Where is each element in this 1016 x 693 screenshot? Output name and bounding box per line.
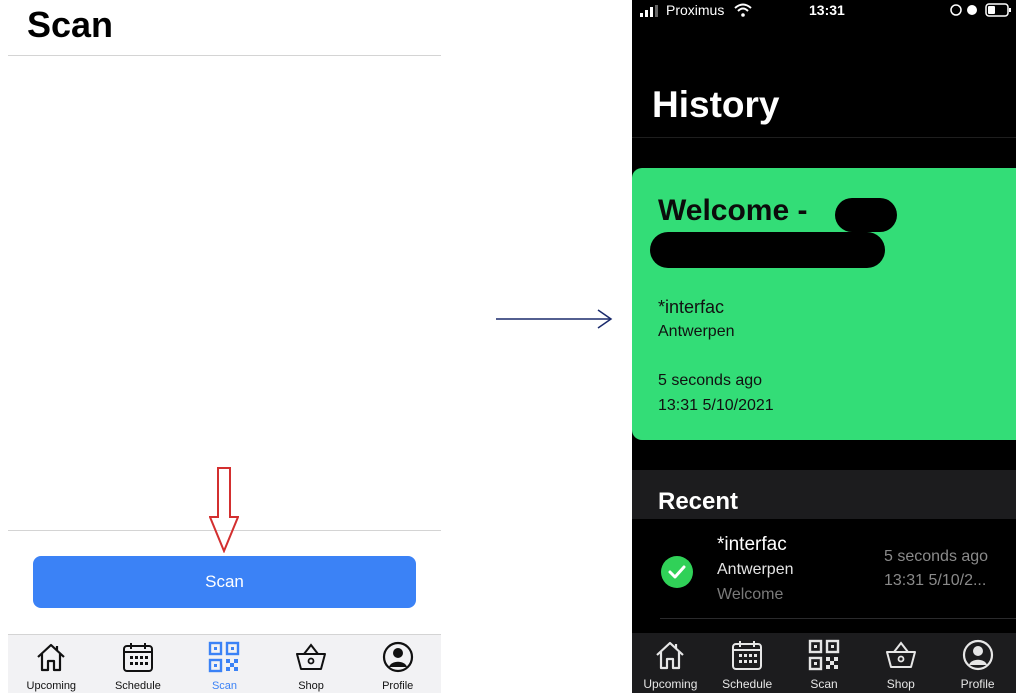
- tab-profile[interactable]: Profile: [939, 633, 1016, 693]
- carrier-name: Proximus: [666, 2, 725, 18]
- tab-label: Upcoming: [643, 677, 698, 691]
- page-title: Scan: [27, 4, 114, 45]
- tab-label: Schedule: [722, 677, 773, 691]
- tab-upcoming[interactable]: Upcoming: [632, 633, 709, 693]
- recent-section-header: Recent: [632, 470, 1016, 519]
- location-name: *interfac: [717, 534, 787, 555]
- home-icon: [37, 643, 66, 672]
- header-divider: [632, 137, 1016, 138]
- tab-profile[interactable]: Profile: [354, 635, 441, 693]
- header-divider: [8, 55, 441, 56]
- status-time: 13:31: [809, 2, 845, 18]
- signal-icon: [640, 5, 658, 17]
- tab-label: Schedule: [114, 680, 161, 692]
- tab-label: Scan: [211, 680, 238, 692]
- tab-label: Shop: [298, 680, 324, 692]
- welcome-heading: Welcome -: [658, 194, 808, 227]
- list-divider: [660, 618, 1016, 619]
- check-icon: [661, 556, 693, 588]
- battery-icon: [950, 3, 1011, 17]
- tab-label: Shop: [886, 677, 915, 691]
- tab-label: Upcoming: [26, 680, 77, 692]
- profile-icon: [962, 639, 993, 671]
- location-city: Antwerpen: [717, 561, 794, 578]
- tab-shop[interactable]: Shop: [862, 633, 939, 693]
- tab-schedule[interactable]: Schedule: [95, 635, 182, 693]
- tab-label: Profile: [382, 680, 414, 692]
- redaction-mark: [835, 198, 897, 232]
- tab-schedule[interactable]: Schedule: [709, 633, 786, 693]
- scan-button[interactable]: Scan: [33, 556, 416, 608]
- visit-tag: Welcome: [717, 586, 784, 603]
- qr-code-icon: [808, 639, 840, 671]
- location-city: Antwerpen: [658, 323, 735, 340]
- tab-bar: Upcoming Schedule Scan Shop Profile: [8, 634, 441, 693]
- relative-time: 5 seconds ago: [658, 372, 763, 389]
- basket-icon: [296, 643, 327, 670]
- down-arrow-annotation: [209, 467, 239, 553]
- tab-shop[interactable]: Shop: [268, 635, 355, 693]
- tab-upcoming[interactable]: Upcoming: [8, 635, 95, 693]
- scan-screen: Scan Scan Upcoming Schedule Scan Shop Pr…: [0, 0, 450, 693]
- basket-icon: [885, 641, 916, 668]
- tab-label: Profile: [960, 677, 995, 691]
- tab-bar: Upcoming Schedule Scan Shop Profile: [632, 633, 1016, 693]
- history-screen: Proximus 13:31 History Welcome - *interf…: [632, 0, 1016, 693]
- status-bar: Proximus 13:31: [632, 0, 1016, 22]
- calendar-icon: [732, 641, 763, 670]
- timestamp: 13:31 5/10/2...: [884, 572, 987, 589]
- tab-scan[interactable]: Scan: [786, 633, 863, 693]
- timestamp: 13:31 5/10/2021: [658, 397, 774, 414]
- qr-code-icon: [209, 641, 240, 673]
- section-heading: Recent: [658, 488, 739, 515]
- page-title: History: [652, 84, 780, 125]
- location-name: *interfac: [658, 297, 725, 317]
- list-item[interactable]: *interfac Antwerpen Welcome 5 seconds ag…: [632, 519, 1016, 619]
- tab-scan[interactable]: Scan: [181, 635, 268, 693]
- redaction-mark: [650, 232, 885, 268]
- wifi-icon: [734, 3, 752, 17]
- profile-icon: [382, 641, 413, 673]
- home-icon: [656, 641, 685, 670]
- calendar-icon: [122, 643, 153, 672]
- right-arrow-annotation: [496, 309, 613, 329]
- tab-label: Scan: [810, 677, 838, 691]
- welcome-card: Welcome - *interfac Antwerpen 5 seconds …: [632, 168, 1016, 440]
- relative-time: 5 seconds ago: [884, 548, 989, 565]
